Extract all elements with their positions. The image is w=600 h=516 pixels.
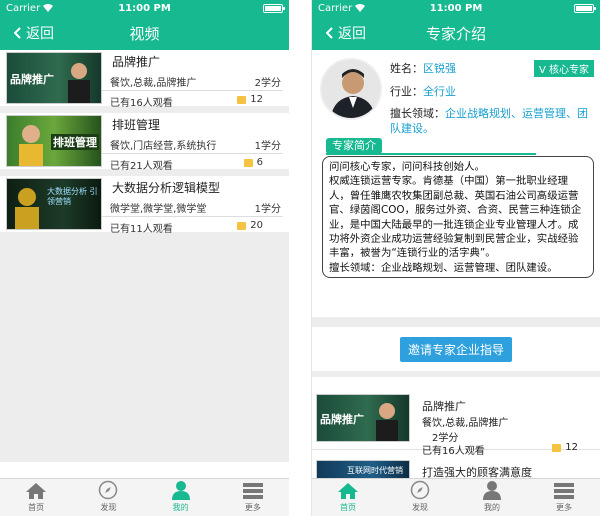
tab-label: 首页 bbox=[340, 503, 356, 512]
folder-icon bbox=[243, 158, 253, 167]
video-credit: 1学分 bbox=[254, 141, 281, 152]
thumb-caption: 互联网时代营销 bbox=[347, 466, 403, 475]
list-item[interactable]: 品牌推广 品牌推广 餐饮,总裁,品牌推广 2学分 已有16人观看 12 bbox=[312, 386, 600, 457]
tab-label: 发现 bbox=[412, 503, 428, 512]
video-thumbnail: 品牌推广 bbox=[316, 394, 410, 442]
back-label: 返回 bbox=[26, 26, 54, 42]
more-icon bbox=[554, 483, 574, 499]
expert-profile: V 核心专家 姓名：区锐强 行业：全行业 擅长领域：企业战略规划、运营管理、团队… bbox=[312, 50, 600, 280]
invite-expert-button[interactable]: 邀请专家企业指导 bbox=[399, 336, 512, 362]
video-title: 品牌推广 bbox=[112, 55, 161, 69]
video-count: 20 bbox=[250, 220, 263, 231]
divider bbox=[102, 153, 283, 154]
video-views: 已有16人观看 bbox=[422, 446, 485, 457]
tab-label: 我的 bbox=[172, 503, 189, 512]
video-credit: 2学分 bbox=[254, 78, 281, 89]
tab-label: 发现 bbox=[100, 503, 117, 512]
video-views: 已有16人观看 bbox=[110, 98, 173, 109]
tab-bar: 首页 发现 我的 更多 bbox=[312, 478, 600, 516]
thumb-caption: 品牌推广 bbox=[320, 413, 364, 426]
thumb-caption: 大数据分析 引领营销 bbox=[47, 187, 98, 206]
left-screen: Carrier 11:00 PM 返回 视频 品牌推广 品牌推广 餐饮,总裁,品… bbox=[0, 0, 289, 516]
status-time: 11:00 PM bbox=[118, 2, 171, 14]
video-tags: 餐饮,总裁,品牌推广 bbox=[422, 418, 509, 429]
home-icon bbox=[338, 483, 358, 499]
core-expert-badge: V 核心专家 bbox=[533, 60, 594, 77]
intro-section-header: 专家简介 bbox=[326, 138, 536, 155]
industry-link[interactable]: 全行业 bbox=[423, 85, 456, 98]
tab-more[interactable]: 更多 bbox=[217, 479, 289, 516]
name-label: 姓名： bbox=[390, 62, 423, 75]
expert-name: 区锐强 bbox=[423, 62, 456, 75]
tab-label: 首页 bbox=[28, 503, 45, 512]
folder-icon bbox=[237, 221, 247, 230]
folder-icon bbox=[237, 95, 247, 104]
tab-label: 更多 bbox=[556, 503, 572, 512]
tab-discover[interactable]: 发现 bbox=[72, 479, 144, 516]
folder-icon bbox=[552, 443, 562, 452]
battery-icon bbox=[263, 3, 285, 13]
right-screen: Carrier 11:00 PM 返回 专家介绍 V 核心专家 姓名：区锐强 行… bbox=[311, 0, 600, 516]
industry-label: 行业： bbox=[390, 85, 423, 98]
battery-icon bbox=[574, 3, 596, 13]
video-title: 排班管理 bbox=[112, 118, 161, 132]
video-title: 品牌推广 bbox=[422, 400, 466, 413]
tab-label: 我的 bbox=[484, 503, 500, 512]
video-thumbnail: 大数据分析 引领营销 bbox=[6, 178, 102, 230]
intro-title: 专家简介 bbox=[326, 138, 382, 154]
thumb-caption: 品牌推广 bbox=[10, 73, 54, 86]
status-bar: Carrier 11:00 PM bbox=[312, 0, 600, 16]
tab-home[interactable]: 首页 bbox=[312, 479, 384, 516]
divider bbox=[102, 216, 283, 217]
intro-text: 问问核心专家，问问科技创始人。 权威连锁运营专家。肯德基（中国）第一批职业经理人… bbox=[322, 156, 594, 278]
tab-bar: 首页 发现 我的 更多 bbox=[0, 478, 289, 516]
video-credit: 1学分 bbox=[254, 204, 281, 215]
back-button[interactable]: 返回 bbox=[0, 23, 54, 43]
thumb-caption: 排班管理 bbox=[51, 134, 99, 150]
back-button[interactable]: 返回 bbox=[312, 23, 366, 43]
tab-home[interactable]: 首页 bbox=[0, 479, 72, 516]
list-item[interactable]: 排班管理 排班管理 餐饮,门店经营,系统执行 1学分 已有21人观看 6 bbox=[0, 113, 289, 172]
video-tags: 餐饮,总裁,品牌推广 bbox=[110, 78, 197, 89]
person-icon bbox=[171, 481, 190, 500]
video-thumbnail: 品牌推广 bbox=[6, 52, 102, 104]
status-time: 11:00 PM bbox=[429, 2, 483, 14]
video-tags: 微学堂,微学堂,微学堂 bbox=[110, 204, 207, 215]
video-count: 12 bbox=[565, 442, 578, 453]
expert-video-list: 品牌推广 品牌推广 餐饮,总裁,品牌推广 2学分 已有16人观看 12 互联网时… bbox=[312, 386, 600, 490]
status-bar: Carrier 11:00 PM bbox=[0, 0, 289, 16]
video-tags: 餐饮,门店经营,系统执行 bbox=[110, 141, 217, 152]
home-icon bbox=[26, 483, 47, 499]
video-count: 12 bbox=[250, 94, 263, 105]
tab-mine[interactable]: 我的 bbox=[456, 479, 528, 516]
video-count: 6 bbox=[256, 157, 263, 168]
chevron-left-icon bbox=[326, 27, 333, 39]
tab-discover[interactable]: 发现 bbox=[384, 479, 456, 516]
gutter bbox=[289, 0, 311, 516]
person-icon bbox=[483, 481, 501, 500]
list-item[interactable]: 品牌推广 品牌推广 餐饮,总裁,品牌推广 2学分 已有16人观看 12 bbox=[0, 50, 289, 109]
video-views: 已有11人观看 bbox=[110, 224, 173, 235]
divider bbox=[102, 90, 283, 91]
compass-icon bbox=[99, 480, 118, 500]
more-icon bbox=[242, 483, 263, 499]
nav-bar: 返回 专家介绍 bbox=[312, 16, 600, 50]
compass-icon bbox=[410, 480, 430, 500]
tab-more[interactable]: 更多 bbox=[528, 479, 600, 516]
back-label: 返回 bbox=[338, 26, 366, 42]
invite-section: 邀请专家企业指导 bbox=[312, 317, 600, 377]
expert-photo bbox=[322, 60, 380, 118]
video-views: 已有21人观看 bbox=[110, 161, 173, 172]
tab-label: 更多 bbox=[244, 503, 261, 512]
video-list: 品牌推广 品牌推广 餐饮,总裁,品牌推广 2学分 已有16人观看 12 排班管理… bbox=[0, 50, 289, 462]
list-item[interactable]: 大数据分析 引领营销 大数据分析逻辑模型 微学堂,微学堂,微学堂 1学分 已有1… bbox=[0, 176, 289, 235]
nav-bar: 返回 视频 bbox=[0, 16, 289, 50]
tab-mine[interactable]: 我的 bbox=[145, 479, 217, 516]
video-thumbnail: 排班管理 bbox=[6, 115, 102, 167]
video-title: 大数据分析逻辑模型 bbox=[112, 181, 221, 195]
expertise-label: 擅长领域： bbox=[390, 107, 445, 120]
chevron-left-icon bbox=[14, 27, 21, 39]
avatar bbox=[320, 58, 382, 120]
